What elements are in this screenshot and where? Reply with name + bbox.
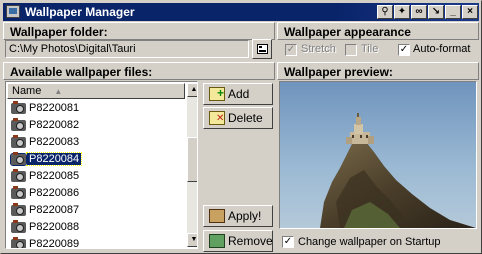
app-icon [6, 5, 20, 18]
list-item[interactable]: P8220085 [7, 168, 187, 185]
file-name: P8220086 [29, 187, 80, 199]
file-name: P8220087 [29, 204, 80, 216]
wallpaper-manager-window: Wallpaper Manager ⚲ ✦ ∞ ↘ _ × Wallpaper … [0, 0, 482, 254]
add-button-label: Add [228, 87, 250, 101]
files-heading: Available wallpaper files: [3, 62, 275, 80]
list-item[interactable]: P8220082 [7, 117, 187, 134]
list-item[interactable]: P8220086 [7, 185, 187, 202]
stretch-checkbox[interactable]: ✓ [285, 44, 297, 56]
camera-icon [11, 118, 26, 131]
camera-icon [11, 237, 26, 248]
camera-icon [11, 220, 26, 233]
apply-button[interactable]: Apply! [203, 205, 273, 227]
apply-icon [209, 209, 225, 223]
remove-wallpaper-icon [209, 234, 225, 248]
resize-icon[interactable]: ↘ [428, 5, 444, 19]
browse-icon [257, 44, 268, 54]
minimize-icon[interactable]: _ [445, 5, 461, 19]
camera-icon [11, 135, 26, 148]
preview-heading: Wallpaper preview: [277, 62, 479, 80]
tile-checkbox[interactable] [345, 44, 357, 56]
folder-path-field[interactable]: C:\My Photos\Digital\Tauri [5, 40, 249, 58]
window-title: Wallpaper Manager [25, 5, 135, 19]
apply-button-label: Apply! [228, 209, 262, 223]
stretch-label: Stretch [301, 43, 336, 55]
list-item[interactable]: P8220089 [7, 236, 187, 249]
close-icon[interactable]: × [462, 5, 478, 19]
add-button[interactable]: Add [203, 83, 273, 105]
camera-icon [11, 186, 26, 199]
file-name: P8220083 [29, 136, 80, 148]
startup-label: Change wallpaper on Startup [298, 236, 441, 248]
autoformat-label: Auto-format [413, 43, 471, 55]
list-item[interactable]: P8220088 [7, 219, 187, 236]
link-icon[interactable]: ∞ [411, 5, 427, 19]
camera-icon [11, 101, 26, 114]
sort-ascending-icon: ▲ [54, 87, 63, 96]
autoformat-checkbox[interactable]: ✓ [398, 44, 410, 56]
search-icon[interactable]: ⚲ [377, 5, 393, 19]
camera-icon [10, 152, 27, 166]
remove-button-label: Remove [228, 234, 273, 248]
name-column-header[interactable]: Name ▲ [7, 83, 185, 99]
folder-heading: Wallpaper folder: [3, 22, 275, 40]
file-name: P8220082 [29, 119, 80, 131]
browse-folder-button[interactable] [252, 39, 272, 59]
runner-icon[interactable]: ✦ [394, 5, 410, 19]
delete-button-label: Delete [228, 111, 263, 125]
file-list-scrollbar[interactable]: ▲ ▼ [187, 83, 197, 247]
delete-button[interactable]: Delete [203, 107, 273, 129]
file-name: P8220084 [25, 152, 83, 166]
name-column-label: Name [12, 85, 42, 97]
file-name: P8220088 [29, 221, 80, 233]
scroll-thumb[interactable] [187, 137, 197, 182]
tile-label: Tile [361, 43, 379, 55]
list-item[interactable]: P8220084 [7, 151, 187, 168]
camera-icon [11, 203, 26, 216]
appearance-heading: Wallpaper appearance [277, 22, 479, 40]
list-item[interactable]: P8220081 [7, 100, 187, 117]
camera-icon [11, 169, 26, 182]
scroll-down-icon[interactable]: ▼ [187, 233, 197, 247]
file-name: P8220089 [29, 238, 80, 249]
file-list[interactable]: Name ▲ P8220081 P8220082 P8220083 P8220084 P… [5, 81, 198, 249]
scroll-up-icon[interactable]: ▲ [187, 83, 197, 97]
castle-on-cliff-photo [280, 82, 476, 228]
delete-file-icon [209, 109, 225, 129]
startup-checkbox[interactable]: ✓ [282, 236, 294, 248]
remove-button[interactable]: Remove [203, 230, 273, 252]
add-file-icon [209, 83, 225, 103]
title-bar[interactable]: Wallpaper Manager ⚲ ✦ ∞ ↘ _ × [3, 3, 479, 21]
wallpaper-preview-image [279, 81, 477, 229]
file-rows: P8220081 P8220082 P8220083 P8220084 P8220085… [7, 100, 187, 249]
file-name: P8220081 [29, 102, 80, 114]
file-name: P8220085 [29, 170, 80, 182]
list-item[interactable]: P8220087 [7, 202, 187, 219]
list-item[interactable]: P8220083 [7, 134, 187, 151]
